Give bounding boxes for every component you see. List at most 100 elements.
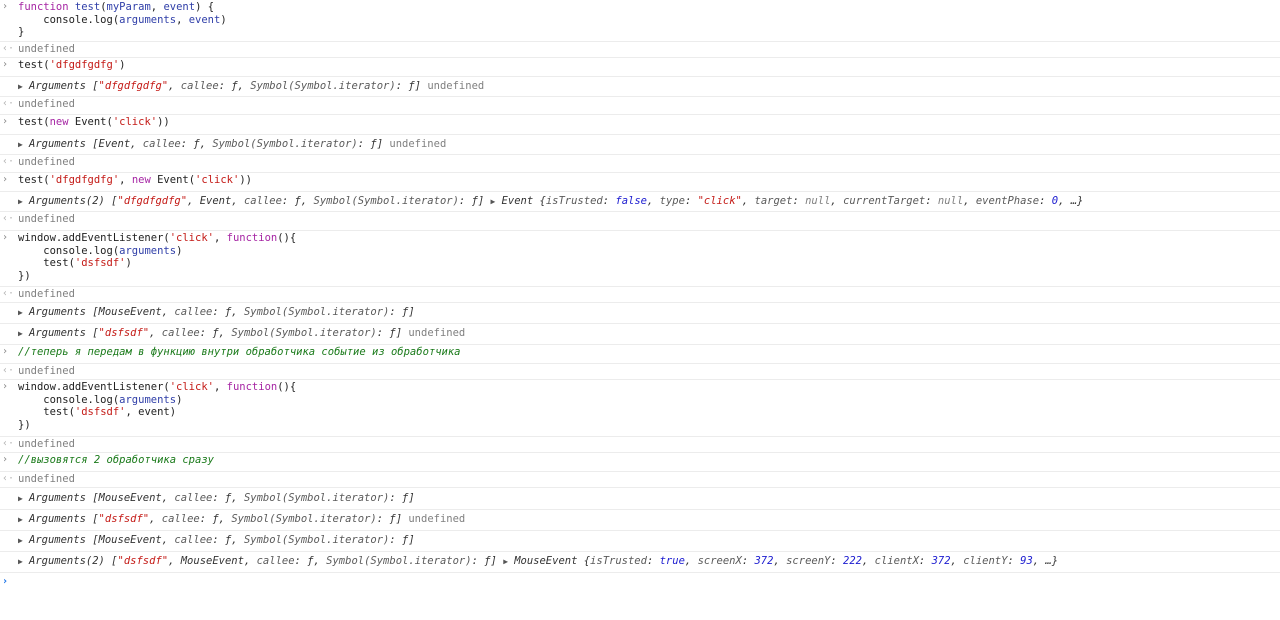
console-prompt-entry[interactable]: › [0,573,1280,593]
console-entry-text: undefined [18,156,1280,169]
code-line: test('dfgdfgdfg', new Event('click')) [18,174,1280,187]
code-token: , [119,174,132,186]
console-log-entry[interactable]: ▶ Arguments ["dfgdfgdfg", callee: ƒ, Symb… [0,77,1280,97]
code-line: undefined [18,156,1280,169]
code-token: : [684,195,698,207]
expand-triangle-icon[interactable]: ▶ [18,328,29,341]
code-token: test( [18,116,50,128]
console-input-entry: › test(new Event('click')) [0,115,1280,135]
code-token: 'click' [169,381,214,393]
code-token: callee [161,327,200,339]
console-input-entry: › test('dfgdfgdfg') [0,58,1280,77]
expand-triangle-icon[interactable]: ▶ [18,196,29,209]
console-log-entry[interactable]: ▶ Arguments(2) ["dfgdfgdfg", Event, calle… [0,192,1280,212]
code-token: , [830,195,844,207]
code-token: 'click' [195,174,240,186]
code-line: console.log(arguments) [18,394,1280,407]
code-token: Arguments [ [29,327,99,339]
return-arrow-icon: ‹· [2,98,15,109]
code-token: 372 [754,555,774,567]
code-token: }) [18,269,31,282]
expand-triangle-icon[interactable]: ▶ [18,493,29,506]
code-token: , …} [1032,555,1059,567]
code-token: event [163,1,196,13]
expand-triangle-icon[interactable]: ▶ [18,139,29,152]
console-input-entry: › window.addEventListener('click', functi… [0,380,1280,437]
code-token: : ƒ, [180,138,213,150]
code-token: : [830,555,844,567]
code-token: 372 [931,555,951,567]
code-token: myParam [106,1,151,13]
console-result-entry: ‹· undefined [0,42,1280,58]
chevron-right-icon: › [2,1,9,12]
code-token: target [754,195,793,207]
expand-triangle-icon[interactable]: ▶ [503,556,514,569]
code-token: "dfgdfgdfg" [98,80,169,92]
console-result-entry: ‹· undefined [0,155,1280,173]
code-line: test(new Event('click')) [18,116,1280,129]
console-log-entry[interactable]: ▶ Arguments ["dsfsdf", callee: ƒ, Symbol(… [0,510,1280,531]
chevron-right-icon: › [2,59,9,70]
expand-triangle-icon[interactable]: ▶ [18,307,29,320]
code-token: , [963,195,976,207]
console-entry-text: ▶ Arguments ["dfgdfgdfg", callee: ƒ, Symb… [18,80,1280,93]
console-log-entry[interactable]: ▶ Arguments [MouseEvent, callee: ƒ, Symbo… [0,531,1280,552]
code-token: Symbol(Symbol.iterator) [212,138,358,150]
code-token: function [226,232,278,244]
code-line: ▶ Arguments ["dfgdfgdfg", callee: ƒ, Symb… [18,80,1280,93]
code-line: console.log(arguments, event) [18,14,1280,27]
expand-triangle-icon[interactable]: ▶ [18,535,29,548]
console-result-entry: ‹· undefined [0,97,1280,115]
code-token: 'click' [112,116,158,128]
code-token: Symbol(Symbol.iterator) [243,534,390,546]
code-line: //вызовятся 2 обработчика сразу [18,454,1280,467]
code-token: ) [176,393,183,406]
console-input-entry: › function test(myParam, event) { console… [0,0,1280,42]
code-token: Event( [68,116,113,128]
code-token: Arguments [ [29,513,99,525]
code-token: isTrusted [545,195,603,207]
console-input-entry: › //вызовятся 2 обработчика сразу [0,453,1280,472]
code-line: ▶ Arguments [MouseEvent, callee: ƒ, Symbo… [18,306,1280,319]
code-token: screenY [786,555,831,567]
code-token: ) [220,13,227,26]
code-token: : [925,195,938,207]
expand-triangle-icon[interactable]: ▶ [491,196,502,209]
console-log-entry[interactable]: ▶ Arguments [MouseEvent, callee: ƒ, Symbo… [0,303,1280,324]
code-token: : [792,195,806,207]
return-arrow-icon: ‹· [2,43,15,54]
code-line: console.log(arguments) [18,245,1280,258]
code-line: ▶ Arguments [Event, callee: ƒ, Symbol(Sym… [18,138,1280,151]
code-token: : ƒ, [212,306,244,318]
code-token: "dsfsdf" [98,327,150,339]
expand-triangle-icon[interactable]: ▶ [18,556,29,569]
code-token: : ƒ, [199,327,232,339]
expand-triangle-icon[interactable]: ▶ [18,81,29,94]
code-token: "dsfsdf" [98,513,150,525]
code-token: , [176,13,189,26]
code-token: : ƒ, [281,195,314,207]
devtools-console: › function test(myParam, event) { console… [0,0,1280,620]
code-token: test [74,1,101,13]
expand-triangle-icon[interactable]: ▶ [18,514,29,527]
code-token: false [615,195,647,207]
console-entry-text: ▶ Arguments [MouseEvent, callee: ƒ, Symbo… [18,492,1280,505]
console-entry-text: undefined [18,365,1280,378]
code-token: "dfgdfgdfg" [117,195,188,207]
code-token: undefined [389,138,447,150]
return-arrow-icon: ‹· [2,473,15,484]
code-token: "dsfsdf" [117,555,169,567]
code-token: : ƒ] [389,534,415,546]
console-log-entry[interactable]: ▶ Arguments(2) ["dsfsdf", MouseEvent, cal… [0,552,1280,573]
code-token: Arguments [MouseEvent, [29,534,175,546]
code-line: window.addEventListener('click', functio… [18,232,1280,245]
code-token: new [131,174,151,186]
code-token: , [149,513,162,525]
console-entry-text: undefined [18,473,1280,486]
console-log-entry[interactable]: ▶ Arguments ["dsfsdf", callee: ƒ, Symbol(… [0,324,1280,345]
console-log-entry[interactable]: ▶ Arguments [MouseEvent, callee: ƒ, Symbo… [0,489,1280,510]
code-token: : ƒ, [218,80,251,92]
return-arrow-icon: ‹· [2,156,15,167]
code-token: }) [18,418,31,431]
console-log-entry[interactable]: ▶ Arguments [Event, callee: ƒ, Symbol(Sym… [0,135,1280,155]
